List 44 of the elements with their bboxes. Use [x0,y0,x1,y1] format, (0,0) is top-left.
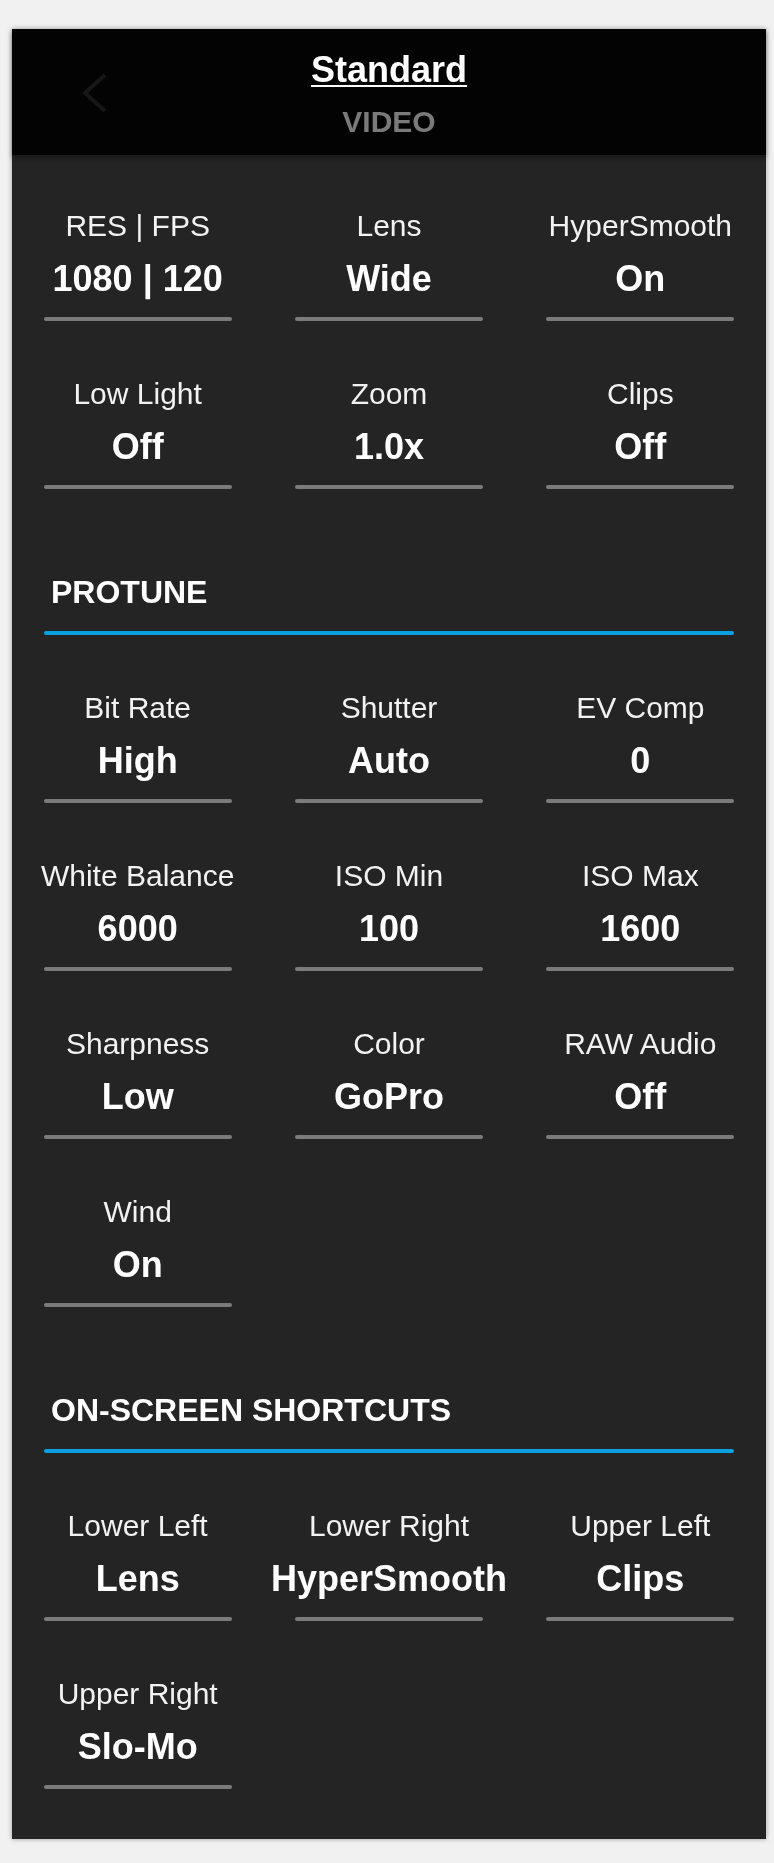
setting-value[interactable]: Low [101,1075,174,1119]
setting-value[interactable]: HyperSmooth [270,1557,507,1601]
setting-label: Lower Right [308,1509,470,1543]
setting-value[interactable]: 0 [630,739,651,783]
setting-value[interactable]: Lens [95,1557,180,1601]
section-heading: PROTUNE [50,573,209,611]
setting-value[interactable]: On [112,1243,163,1287]
setting-label: Clips [606,377,674,411]
setting-value[interactable]: GoPro [334,1075,444,1119]
setting-label: EV Comp [576,691,705,725]
setting-label: Low Light [73,377,202,411]
setting-label: Bit Rate [84,691,191,725]
setting-value[interactable]: Off [614,425,667,469]
setting-label: ISO Min [334,859,444,893]
setting-value[interactable]: Off [111,425,164,469]
setting-value[interactable]: 1080 | 120 [52,257,223,301]
setting-label: ISO Max [581,859,699,893]
setting-label: RES | FPS [65,209,210,243]
setting-value[interactable]: Clips [596,1557,685,1601]
setting-label: Zoom [350,377,428,411]
setting-value[interactable]: Auto [348,739,430,783]
section-heading: ON-SCREEN SHORTCUTS [50,1391,452,1429]
setting-value[interactable]: Slo-Mo [77,1725,198,1769]
setting-label: Lens [356,209,422,243]
setting-value[interactable]: 1.0x [353,425,425,469]
setting-label: White Balance [40,859,235,893]
setting-value[interactable]: Wide [346,257,432,301]
mode-subtitle: VIDEO [342,105,436,139]
setting-value[interactable]: 1600 [600,907,681,951]
setting-value[interactable]: High [97,739,178,783]
setting-value[interactable]: Off [614,1075,667,1119]
setting-value[interactable]: 6000 [97,907,178,951]
setting-label: Lower Left [67,1509,208,1543]
setting-value[interactable]: 100 [358,907,420,951]
setting-label: Upper Right [57,1677,218,1711]
setting-label: RAW Audio [564,1027,717,1061]
setting-label: Wind [103,1195,172,1229]
preset-title[interactable]: Standard [311,49,467,91]
setting-value[interactable]: On [615,257,666,301]
setting-label: HyperSmooth [548,209,733,243]
setting-label: Shutter [340,691,438,725]
setting-label: Sharpness [65,1027,210,1061]
setting-label: Upper Left [570,1509,711,1543]
setting-label: Color [353,1027,425,1061]
